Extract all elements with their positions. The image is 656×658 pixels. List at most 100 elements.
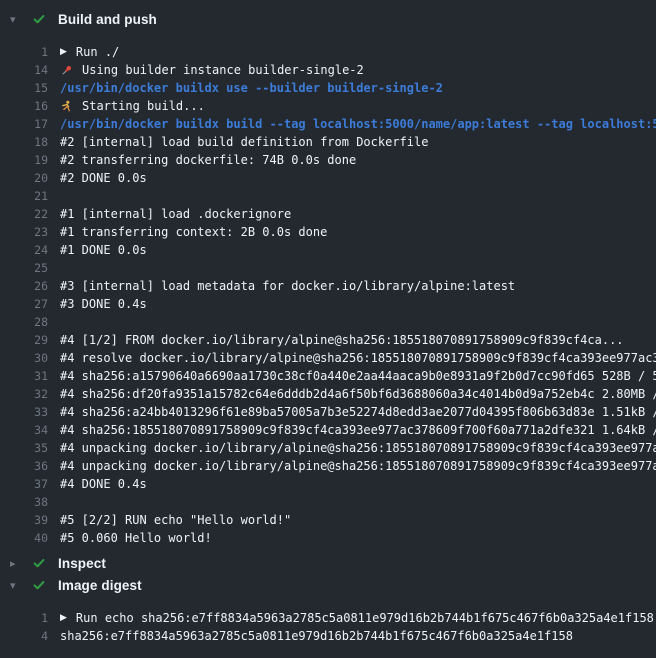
status-success-icon — [32, 556, 58, 570]
log-line: 1 ▶ Run echo sha256:e7ff8834a5963a2785c5a0… — [0, 609, 656, 627]
line-text: #4 unpacking docker.io/library/alpine@sh… — [60, 457, 656, 475]
section-title: Image digest — [58, 578, 142, 593]
line-number[interactable]: 19 — [0, 151, 48, 169]
line-text: #4 unpacking docker.io/library/alpine@sh… — [60, 439, 656, 457]
line-text: /usr/bin/docker buildx build --tag local… — [60, 115, 656, 133]
log-line: 39 #5 [2/2] RUN echo "Hello world!" — [0, 511, 656, 529]
line-text-content: #1 [internal] load .dockerignore — [60, 205, 291, 223]
line-text-content: #5 0.060 Hello world! — [60, 529, 212, 547]
line-text: sha256:e7ff8834a5963a2785c5a0811e979d16b… — [60, 627, 656, 645]
line-text-content: /usr/bin/docker buildx build --tag local… — [60, 115, 656, 133]
line-text-content: #4 unpacking docker.io/library/alpine@sh… — [60, 457, 656, 475]
log-line: 16 Starting build... — [0, 97, 656, 115]
line-number[interactable]: 14 — [0, 61, 48, 79]
line-number[interactable]: 34 — [0, 421, 48, 439]
line-number[interactable]: 25 — [0, 259, 48, 277]
line-text-content: #4 sha256:a24bb4013296f61e89ba57005a7b3e… — [60, 403, 656, 421]
line-number[interactable]: 22 — [0, 205, 48, 223]
pushpin-icon — [60, 64, 73, 77]
line-text: #3 DONE 0.4s — [60, 295, 656, 313]
log-line: 23#1 transferring context: 2B 0.0s done — [0, 223, 656, 241]
line-number[interactable]: 40 — [0, 529, 48, 547]
line-number[interactable]: 28 — [0, 313, 48, 331]
line-number[interactable]: 33 — [0, 403, 48, 421]
log-line: 34 #4 sha256:185518070891758909c9f839cf4c… — [0, 421, 656, 439]
log-line: 14 Using builder instance builder-single-… — [0, 61, 656, 79]
check-icon — [32, 556, 46, 570]
runner-icon — [60, 100, 75, 113]
line-text-content: #2 [internal] load build definition from… — [60, 133, 428, 151]
line-number[interactable]: 18 — [0, 133, 48, 151]
line-text: #1 DONE 0.0s — [60, 241, 656, 259]
status-success-icon — [32, 12, 58, 26]
log-line: 24 #1 DONE 0.0s — [0, 241, 656, 259]
log-line: 4 sha256:e7ff8834a5963a2785c5a0811e979d16… — [0, 627, 656, 645]
line-text: ▶ Run echo sha256:e7ff8834a5963a2785c5a08… — [60, 609, 656, 627]
line-number[interactable]: 38 — [0, 493, 48, 511]
line-number[interactable]: 21 — [0, 187, 48, 205]
line-number[interactable]: 1 — [0, 43, 48, 61]
line-number[interactable]: 32 — [0, 385, 48, 403]
line-text: Starting build... — [60, 97, 656, 115]
line-number[interactable]: 23 — [0, 223, 48, 241]
log-line: 20#2 DONE 0.0s — [0, 169, 656, 187]
line-number[interactable]: 1 — [0, 609, 48, 627]
log-line: 22 #1 [internal] load .dockerignore — [0, 205, 656, 223]
line-number[interactable]: 26 — [0, 277, 48, 295]
line-number[interactable]: 35 — [0, 439, 48, 457]
line-text: #2 [internal] load build definition from… — [60, 133, 656, 151]
line-text: #4 sha256:a24bb4013296f61e89ba57005a7b3e… — [60, 403, 656, 421]
line-text: #1 [internal] load .dockerignore — [60, 205, 656, 223]
log-line: 40 #5 0.060 Hello world! — [0, 529, 656, 547]
expand-group-icon[interactable]: ▶ — [60, 609, 67, 627]
check-icon — [32, 12, 46, 26]
line-text-content: sha256:e7ff8834a5963a2785c5a0811e979d16b… — [60, 627, 573, 645]
log-line: 36 #4 unpacking docker.io/library/alpine@… — [0, 457, 656, 475]
log-line: 17/usr/bin/docker buildx build --tag loc… — [0, 115, 656, 133]
line-number[interactable]: 20 — [0, 169, 48, 187]
line-text: #2 transferring dockerfile: 74B 0.0s don… — [60, 151, 656, 169]
line-text-content: #4 unpacking docker.io/library/alpine@sh… — [60, 439, 656, 457]
line-number[interactable]: 30 — [0, 349, 48, 367]
line-text-content: #3 DONE 0.4s — [60, 295, 147, 313]
line-text-content: Run echo sha256:e7ff8834a5963a2785c5a081… — [76, 609, 654, 627]
line-number[interactable]: 29 — [0, 331, 48, 349]
line-text-content: #4 sha256:df20fa9351a15782c64e6dddb2d4a6… — [60, 385, 656, 403]
line-text: ▶Run ./ — [60, 43, 656, 61]
line-number[interactable]: 27 — [0, 295, 48, 313]
log-line: 38 — [0, 493, 656, 511]
line-text-content: Starting build... — [82, 97, 205, 115]
log-line: 25 — [0, 259, 656, 277]
line-text: #3 [internal] load metadata for docker.i… — [60, 277, 656, 295]
line-text-content: #2 transferring dockerfile: 74B 0.0s don… — [60, 151, 356, 169]
line-number[interactable]: 37 — [0, 475, 48, 493]
section-header-build-and-push[interactable]: ▾Build and push — [0, 8, 656, 30]
expand-group-icon[interactable]: ▶ — [60, 43, 67, 61]
line-number[interactable]: 36 — [0, 457, 48, 475]
log-line: 19 #2 transferring dockerfile: 74B 0.0s d… — [0, 151, 656, 169]
line-text: Using builder instance builder-single-2 — [60, 61, 656, 79]
log-line: 31 #4 sha256:a15790640a6690aa1730c38cf0a4… — [0, 367, 656, 385]
line-text: #4 DONE 0.4s — [60, 475, 656, 493]
chevron-down-icon: ▾ — [10, 14, 32, 25]
line-number[interactable]: 15 — [0, 79, 48, 97]
line-number[interactable]: 17 — [0, 115, 48, 133]
log-line: 21 — [0, 187, 656, 205]
log-line: 28 — [0, 313, 656, 331]
line-text-content: #1 DONE 0.0s — [60, 241, 147, 259]
line-text-content: /usr/bin/docker buildx use --builder bui… — [60, 79, 443, 97]
section-header-image-digest[interactable]: ▾Image digest — [0, 574, 656, 596]
section-header-inspect[interactable]: ▸Inspect — [0, 552, 656, 574]
line-text-content: #5 [2/2] RUN echo "Hello world!" — [60, 511, 291, 529]
line-text: #4 sha256:a15790640a6690aa1730c38cf0a440… — [60, 367, 656, 385]
log-line: 27 #3 DONE 0.4s — [0, 295, 656, 313]
line-number[interactable]: 16 — [0, 97, 48, 115]
line-number[interactable]: 4 — [0, 627, 48, 645]
line-number[interactable]: 31 — [0, 367, 48, 385]
line-number[interactable]: 39 — [0, 511, 48, 529]
log-line: 1 ▶Run ./ — [0, 43, 656, 61]
line-text: #5 [2/2] RUN echo "Hello world!" — [60, 511, 656, 529]
line-number[interactable]: 24 — [0, 241, 48, 259]
runner-icon — [60, 100, 73, 113]
line-text: #4 sha256:185518070891758909c9f839cf4ca3… — [60, 421, 656, 439]
